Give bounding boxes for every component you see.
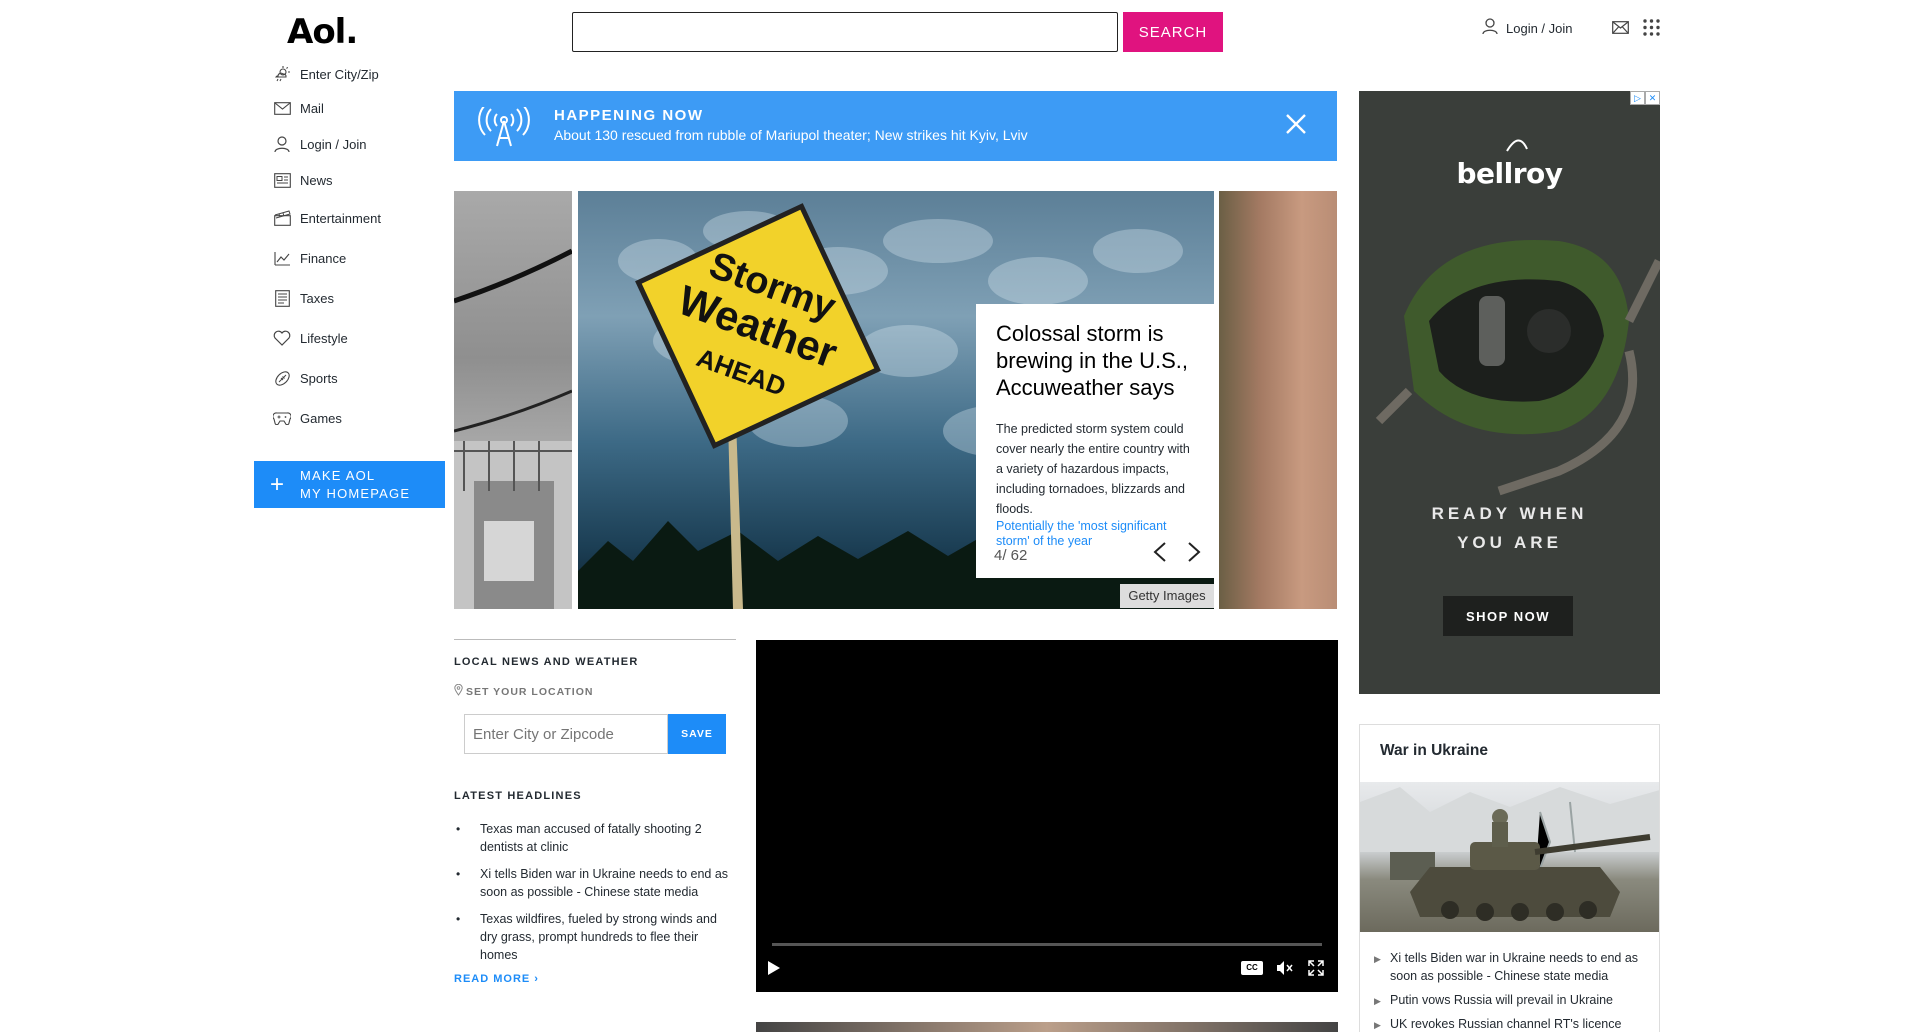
shop-now-button[interactable]: SHOP NOW	[1443, 596, 1573, 636]
latest-headlines: LATEST HEADLINES Texas man accused of fa…	[454, 790, 736, 985]
sidebar-item-label: Sports	[300, 370, 338, 386]
caption-title[interactable]: Colossal storm is brewing in the U.S., A…	[996, 320, 1198, 401]
news-icon	[272, 170, 292, 190]
sidebar-item-label: Finance	[300, 250, 347, 266]
ukraine-headline-item[interactable]: Xi tells Biden war in Ukraine needs to e…	[1374, 949, 1654, 985]
advertisement[interactable]: bellroy READY WHEN YOU ARE SHOP NOW ▷ ✕	[1359, 91, 1660, 694]
header-login[interactable]: Login / Join	[1482, 18, 1573, 38]
apps-grid-icon[interactable]	[1643, 19, 1660, 41]
mail-icon	[272, 98, 292, 118]
sidebar: Enter City/Zip Mail Login / Join News En…	[272, 62, 452, 438]
sidebar-item-label: Login / Join	[300, 136, 367, 152]
headline-item[interactable]: Texas man accused of fatally shooting 2 …	[454, 820, 736, 856]
latest-headlines-title: LATEST HEADLINES	[454, 790, 582, 802]
heart-icon	[272, 328, 292, 348]
carousel-next-slide-image[interactable]	[1219, 191, 1337, 609]
broadcast-icon	[478, 104, 530, 152]
sidebar-item-mail[interactable]: Mail	[272, 90, 452, 126]
user-icon	[1482, 18, 1498, 38]
carousel-caption: Colossal storm is brewing in the U.S., A…	[976, 304, 1218, 578]
fullscreen-icon[interactable]	[1308, 960, 1324, 981]
finance-icon	[272, 248, 292, 268]
local-news-module: LOCAL NEWS AND WEATHER SET YOUR LOCATION…	[454, 639, 736, 985]
closed-captions-icon[interactable]: CC	[1241, 961, 1263, 975]
ad-brand: bellroy	[1456, 157, 1563, 190]
sidebar-item-label: Mail	[300, 100, 324, 116]
read-more-link[interactable]: READ MORE ›	[454, 973, 736, 985]
location-pin-icon	[454, 683, 463, 699]
local-news-title: LOCAL NEWS AND WEATHER	[454, 656, 639, 668]
headline-item[interactable]: Xi tells Biden war in Ukraine needs to e…	[454, 865, 736, 901]
photo-credit: Getty Images	[1120, 584, 1214, 608]
sidebar-item-news[interactable]: News	[272, 162, 452, 198]
user-icon	[272, 134, 292, 154]
close-icon[interactable]	[1285, 113, 1307, 140]
set-location-label: SET YOUR LOCATION	[454, 683, 736, 699]
plus-icon: +	[269, 470, 284, 498]
ukraine-headline-item[interactable]: UK revokes Russian channel RT's licence	[1374, 1015, 1654, 1032]
banner-headline[interactable]: About 130 rescued from rubble of Mariupo…	[554, 127, 1028, 143]
carousel-prev-slide-image[interactable]	[454, 191, 572, 609]
chevron-left-icon[interactable]	[1152, 541, 1168, 568]
sidebar-item-sports[interactable]: Sports	[272, 358, 452, 398]
ukraine-module-title[interactable]: War in Ukraine	[1380, 742, 1488, 760]
next-story-image[interactable]	[756, 1022, 1338, 1032]
sidebar-item-finance[interactable]: Finance	[272, 238, 452, 278]
sidebar-item-lifestyle[interactable]: Lifestyle	[272, 318, 452, 358]
mute-icon[interactable]	[1276, 960, 1294, 981]
sidebar-item-label: Games	[300, 410, 342, 426]
sidebar-item-weather[interactable]: Enter City/Zip	[272, 62, 452, 86]
location-input[interactable]	[464, 714, 668, 754]
banner-kicker: HAPPENING NOW	[554, 107, 704, 124]
sidebar-item-login[interactable]: Login / Join	[272, 126, 452, 162]
ad-tagline-line2: YOU ARE	[1457, 533, 1562, 552]
search-input[interactable]	[572, 12, 1118, 52]
play-icon[interactable]	[767, 960, 781, 981]
adchoices-icon[interactable]: ▷	[1630, 91, 1645, 105]
happening-now-banner[interactable]: HAPPENING NOW About 130 rescued from rub…	[454, 91, 1337, 161]
sidebar-item-entertainment[interactable]: Entertainment	[272, 198, 452, 238]
search-button[interactable]: SEARCH	[1123, 12, 1223, 52]
mail-icon[interactable]	[1612, 21, 1629, 39]
sidebar-item-label: Enter City/Zip	[300, 66, 379, 82]
clapper-icon	[272, 208, 292, 228]
sidebar-item-label: Taxes	[300, 290, 334, 306]
gamepad-icon	[272, 408, 292, 428]
sidebar-item-label: Entertainment	[300, 210, 381, 226]
ukraine-tank-image[interactable]	[1360, 782, 1659, 932]
sidebar-item-label: News	[300, 172, 333, 188]
ukraine-module: War in Ukraine Xi tells Biden war in Ukr…	[1359, 724, 1660, 1032]
aol-logo[interactable]: Aol.	[287, 12, 358, 52]
sidebar-item-games[interactable]: Games	[272, 398, 452, 438]
make-homepage-button[interactable]: + MAKE AOL MY HOMEPAGE	[254, 461, 445, 508]
ukraine-headline-item[interactable]: Putin vows Russia will prevail in Ukrain…	[1374, 991, 1654, 1010]
video-player[interactable]: CC	[756, 640, 1338, 992]
header-login-label: Login / Join	[1506, 20, 1573, 36]
chevron-right-icon[interactable]	[1186, 541, 1202, 568]
make-homepage-line2: MY HOMEPAGE	[300, 485, 411, 501]
location-save-button[interactable]: SAVE	[668, 714, 726, 754]
aol-homepage: Aol. SEARCH Login / Join Enter City/Zip …	[0, 0, 1920, 1032]
slide-counter: 4/ 62	[994, 547, 1028, 564]
ad-close-icon[interactable]: ✕	[1645, 91, 1660, 105]
caption-description: The predicted storm system could cover n…	[996, 422, 1190, 516]
headline-item[interactable]: Texas wildfires, fueled by strong winds …	[454, 910, 736, 964]
football-icon	[272, 368, 292, 388]
sidebar-item-label: Lifestyle	[300, 330, 348, 346]
ad-tagline-line1: READY WHEN	[1431, 504, 1588, 523]
taxes-icon	[272, 288, 292, 308]
weather-icon	[272, 64, 292, 84]
video-progress-bar[interactable]	[772, 943, 1322, 946]
sidebar-item-taxes[interactable]: Taxes	[272, 278, 452, 318]
make-homepage-line1: MAKE AOL	[300, 467, 376, 483]
